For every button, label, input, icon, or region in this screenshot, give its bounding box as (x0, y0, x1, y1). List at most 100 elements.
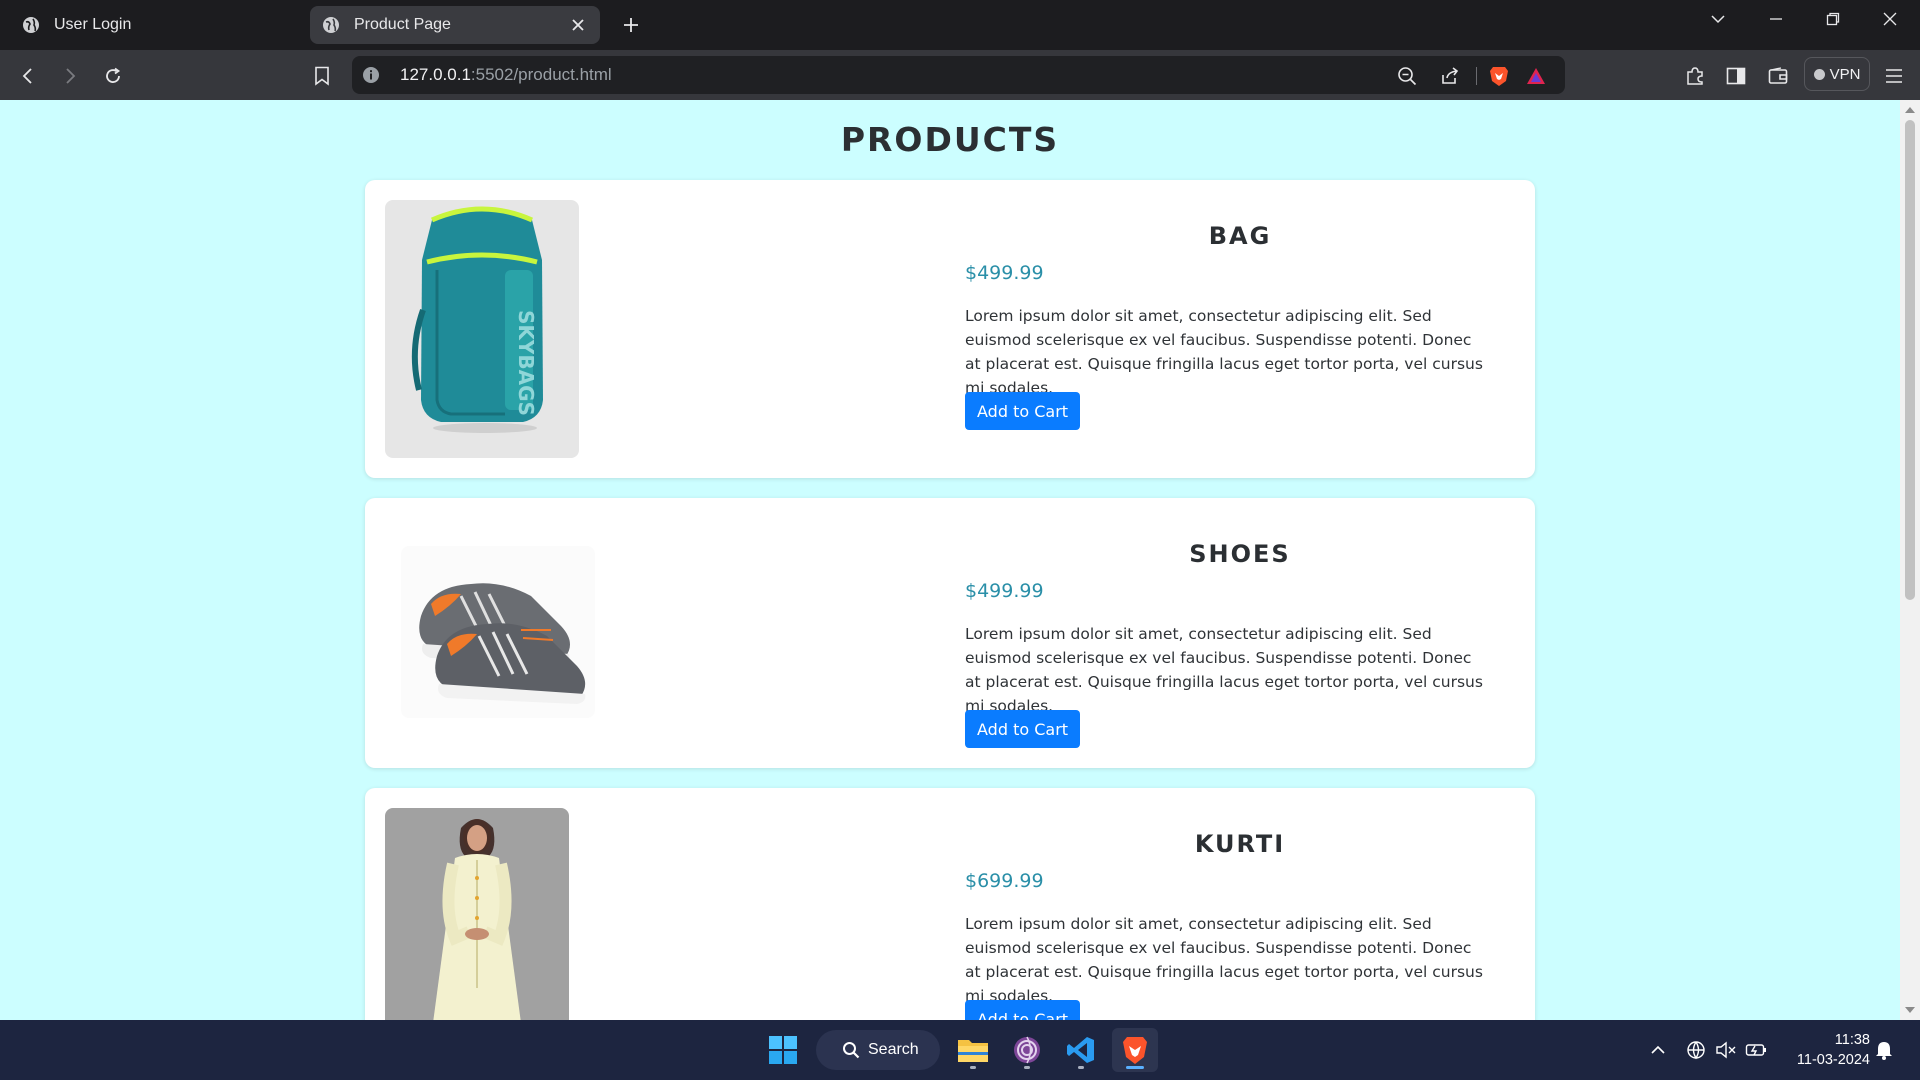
product-image-shoes (401, 546, 595, 718)
brave-rewards-button[interactable] (1525, 65, 1547, 87)
url-text[interactable]: 127.0.0.1:5502/product.html (400, 65, 612, 85)
speaker-muted-icon (1716, 1041, 1736, 1059)
battery-button[interactable] (1744, 1038, 1768, 1062)
taskbar-file-explorer[interactable] (950, 1028, 996, 1072)
page-scrollbar[interactable] (1900, 100, 1920, 1020)
battery-charging-icon (1745, 1044, 1766, 1056)
show-hidden-icons-button[interactable] (1646, 1038, 1670, 1062)
plus-icon (624, 18, 638, 32)
network-button[interactable] (1684, 1038, 1708, 1062)
new-tab-button[interactable] (616, 10, 646, 40)
file-explorer-icon (958, 1040, 988, 1062)
reload-button[interactable] (99, 62, 127, 90)
globe-network-icon (1687, 1041, 1705, 1060)
product-price: $499.99 (965, 262, 1044, 284)
address-bar[interactable]: 127.0.0.1:5502/product.html (352, 56, 1565, 94)
tor-browser-icon (1014, 1036, 1040, 1064)
backpack-image: SKYBAGS (411, 206, 543, 433)
tab-title: Product Page (354, 16, 451, 33)
search-icon (843, 1042, 860, 1059)
back-button[interactable] (14, 62, 42, 90)
site-info-icon[interactable] (362, 66, 380, 84)
close-tab-icon[interactable] (568, 15, 588, 35)
taskbar-search[interactable]: Search (816, 1030, 940, 1070)
arrow-left-icon (22, 68, 32, 84)
globe-icon (23, 17, 39, 33)
add-to-cart-button[interactable]: Add to Cart (965, 1000, 1081, 1020)
product-name: SHOES (1189, 540, 1291, 568)
product-price: $699.99 (965, 870, 1044, 892)
chevron-down-icon (1711, 15, 1725, 24)
brave-shields-button[interactable] (1488, 65, 1510, 87)
kurti-model-image (433, 819, 521, 1020)
reload-icon (106, 67, 121, 83)
wallet-icon (1768, 67, 1788, 84)
minimize-button[interactable] (1756, 5, 1796, 33)
browser-tab-strip: User Login Product Page (0, 0, 1920, 50)
running-indicator (970, 1066, 976, 1069)
system-clock[interactable]: 11:38 11-03-2024 (1780, 1030, 1870, 1070)
product-name: BAG (1208, 222, 1272, 250)
running-indicator (1024, 1066, 1030, 1069)
extensions-button[interactable] (1681, 62, 1709, 90)
clock-time: 11:38 (1834, 1032, 1870, 1048)
wallet-button[interactable] (1764, 62, 1792, 90)
arrow-right-icon (66, 68, 76, 84)
tab-title: User Login (54, 16, 132, 33)
windows-start-icon (769, 1036, 797, 1064)
tab-search-button[interactable] (1698, 5, 1738, 33)
taskbar-vscode[interactable] (1058, 1028, 1104, 1072)
forward-button[interactable] (56, 62, 84, 90)
url-path: :5502/product.html (470, 65, 612, 84)
scrollbar-thumb[interactable] (1905, 120, 1915, 600)
product-card-kurti: KURTI $699.99 Lorem ipsum dolor sit amet… (365, 788, 1535, 1020)
notifications-button[interactable] (1872, 1038, 1896, 1062)
vpn-status-icon (1813, 68, 1825, 80)
bookmark-button[interactable] (308, 62, 336, 90)
tab-user-login[interactable]: User Login (10, 6, 300, 44)
product-image-bag: SKYBAGS (385, 200, 579, 458)
scroll-up-arrow-icon[interactable] (1900, 102, 1920, 118)
vpn-button[interactable]: VPN (1804, 57, 1870, 91)
close-icon (1883, 12, 1897, 26)
add-to-cart-button[interactable]: Add to Cart (965, 392, 1081, 430)
bookmark-icon (315, 66, 329, 86)
puzzle-icon (1687, 67, 1703, 85)
page-viewport: PRODUCTS SKYBAGS BAG $499.99 Lorem ipsum… (0, 100, 1900, 1020)
zoom-button[interactable] (1396, 65, 1418, 87)
vpn-label: VPN (1829, 65, 1861, 83)
rewards-triangle-icon (1527, 68, 1545, 84)
product-image-kurti (385, 808, 569, 1020)
bell-icon (1876, 1042, 1892, 1060)
close-window-button[interactable] (1870, 5, 1910, 33)
page-title: PRODUCTS (840, 120, 1060, 159)
brave-icon (1123, 1037, 1147, 1064)
browser-toolbar: 127.0.0.1:5502/product.html VPN (0, 50, 1920, 100)
add-to-cart-button[interactable]: Add to Cart (965, 710, 1081, 748)
sidebar-icon (1726, 67, 1746, 85)
running-indicator (1078, 1066, 1084, 1069)
product-card-shoes: SHOES $499.99 Lorem ipsum dolor sit amet… (365, 498, 1535, 768)
hamburger-menu-icon (1886, 69, 1902, 83)
product-description: Lorem ipsum dolor sit amet, consectetur … (965, 915, 1483, 1005)
tab-product-page[interactable]: Product Page (310, 6, 600, 44)
product-description: Lorem ipsum dolor sit amet, consectetur … (965, 625, 1483, 715)
running-indicator (1126, 1066, 1144, 1069)
windows-taskbar: Search 11:38 11-03-2024 (0, 1020, 1920, 1080)
restore-button[interactable] (1813, 5, 1853, 33)
scroll-down-arrow-icon[interactable] (1900, 1002, 1920, 1018)
volume-button[interactable] (1714, 1038, 1738, 1062)
minimize-icon (1770, 18, 1782, 20)
taskbar-tor-browser[interactable] (1004, 1028, 1050, 1072)
url-host: 127.0.0.1 (400, 65, 471, 84)
sidebar-button[interactable] (1722, 62, 1750, 90)
product-name: KURTI (1194, 830, 1286, 858)
share-button[interactable] (1439, 65, 1461, 87)
menu-button[interactable] (1880, 62, 1908, 90)
clock-date: 11-03-2024 (1796, 1052, 1870, 1068)
chevron-up-icon (1651, 1045, 1665, 1054)
taskbar-brave[interactable] (1112, 1028, 1158, 1072)
start-button[interactable] (760, 1028, 806, 1072)
taskbar-search-label: Search (868, 1041, 919, 1058)
zoom-out-icon (1398, 67, 1417, 86)
